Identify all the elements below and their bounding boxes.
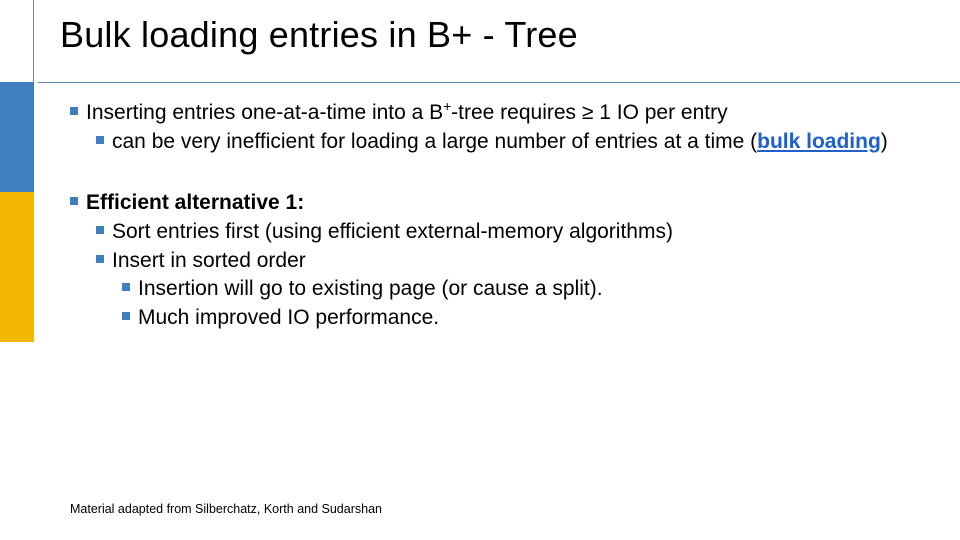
- slide-title: Bulk loading entries in B+ - Tree: [60, 14, 940, 56]
- bullet-2-s1: Sort entries first (using efficient exte…: [96, 219, 930, 246]
- bullet-1-pre: Inserting entries one-at-a-time into a B: [86, 101, 443, 124]
- sidebar-blue-block: [0, 82, 34, 192]
- bulk-loading-link[interactable]: bulk loading: [757, 130, 881, 153]
- bullet-group-1: Inserting entries one-at-a-time into a B…: [70, 100, 930, 156]
- sidebar-decoration: [0, 0, 34, 540]
- bullet-1-sup: +: [443, 99, 451, 114]
- bullet-1-sub: can be very inefficient for loading a la…: [96, 129, 930, 156]
- footer-text: Material adapted from Silberchatz, Korth…: [70, 502, 382, 516]
- bullet-2-head: Efficient alternative 1:: [86, 191, 304, 214]
- bullet-1-sub-post: ): [881, 130, 888, 153]
- bullet-1-sub-pre: can be very inefficient for loading a la…: [112, 130, 757, 153]
- slide-content: Inserting entries one-at-a-time into a B…: [70, 100, 930, 334]
- sidebar-yellow-block: [0, 192, 34, 342]
- bullet-group-2: Efficient alternative 1: Sort entries fi…: [70, 190, 930, 332]
- bullet-1: Inserting entries one-at-a-time into a B…: [70, 100, 930, 127]
- sidebar-vline: [33, 0, 34, 82]
- bullet-2-s2: Insert in sorted order: [96, 248, 930, 275]
- bullet-2-s2b: Much improved IO performance.: [122, 305, 930, 332]
- slide-title-wrap: Bulk loading entries in B+ - Tree: [60, 14, 940, 56]
- bullet-1-post: -tree requires ≥ 1 IO per entry: [451, 101, 727, 124]
- sidebar-top: [0, 0, 34, 82]
- bullet-2: Efficient alternative 1:: [70, 190, 930, 217]
- bullet-2-s2a: Insertion will go to existing page (or c…: [122, 276, 930, 303]
- title-underline: [38, 82, 960, 83]
